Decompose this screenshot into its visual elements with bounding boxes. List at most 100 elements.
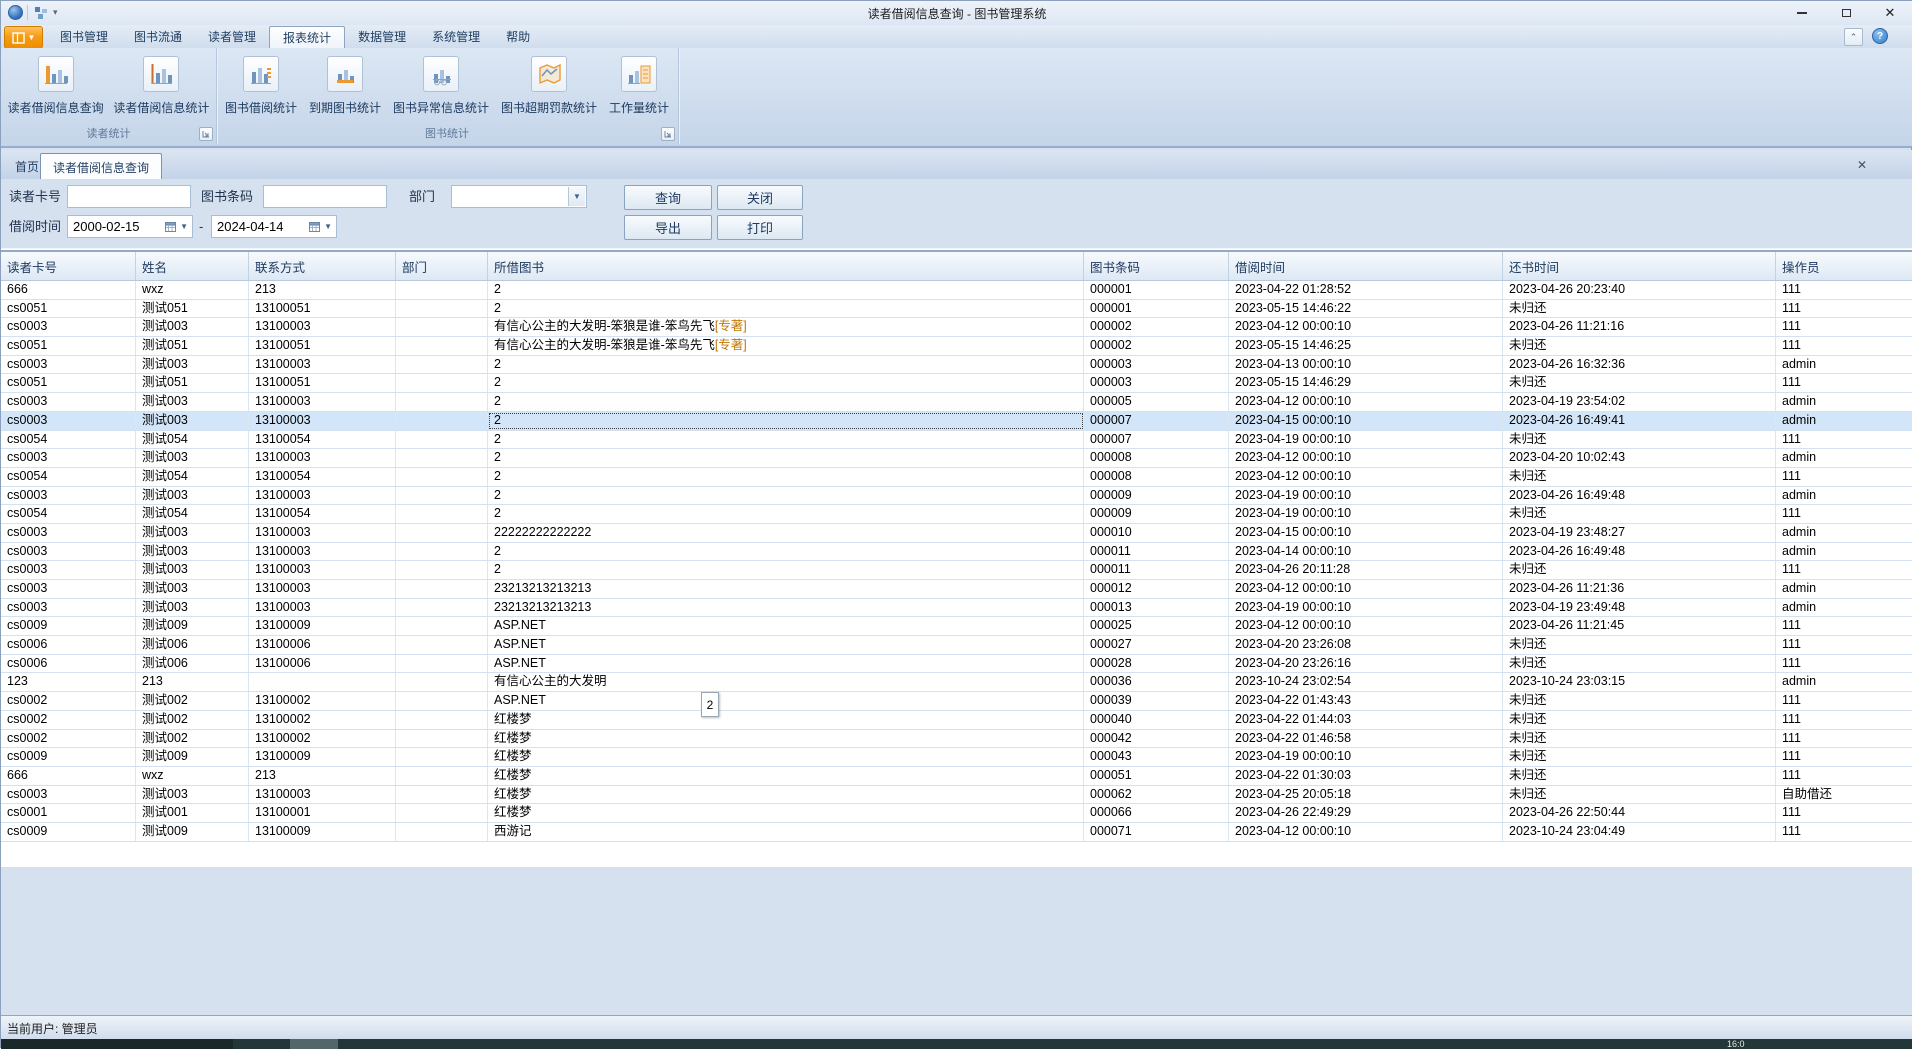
cell-borrowed_book[interactable]: 西游记 — [488, 823, 1084, 841]
cell-reader_card[interactable]: cs0003 — [1, 524, 136, 542]
cell-return_time[interactable]: 未归还 — [1503, 337, 1776, 355]
cell-book_barcode[interactable]: 000001 — [1084, 300, 1229, 318]
department-dropdown-icon[interactable]: ▼ — [568, 187, 585, 206]
cell-name[interactable]: 测试051 — [136, 337, 249, 355]
cell-borrowed_book[interactable]: 2 — [488, 543, 1084, 561]
cell-reader_card[interactable]: cs0009 — [1, 823, 136, 841]
cell-borrow_time[interactable]: 2023-04-22 01:28:52 — [1229, 281, 1503, 299]
cell-operator[interactable]: admin — [1776, 599, 1912, 617]
cell-book_barcode[interactable]: 000010 — [1084, 524, 1229, 542]
cell-operator[interactable]: 111 — [1776, 468, 1912, 486]
cell-department[interactable] — [396, 636, 488, 654]
column-header-borrow_time[interactable]: 借阅时间 — [1229, 252, 1503, 280]
date-to-dropdown-icon[interactable]: ▼ — [324, 222, 336, 231]
cell-reader_card[interactable]: cs0051 — [1, 300, 136, 318]
cell-reader_card[interactable]: cs0003 — [1, 356, 136, 374]
cell-name[interactable]: 测试002 — [136, 711, 249, 729]
cell-borrow_time[interactable]: 2023-04-12 00:00:10 — [1229, 617, 1503, 635]
table-row[interactable]: cs0009测试00913100009ASP.NET0000252023-04-… — [1, 617, 1912, 636]
cell-name[interactable]: 测试009 — [136, 617, 249, 635]
cell-borrow_time[interactable]: 2023-04-12 00:00:10 — [1229, 823, 1503, 841]
cell-return_time[interactable]: 未归还 — [1503, 505, 1776, 523]
cell-contact[interactable]: 13100003 — [249, 561, 396, 579]
cell-contact[interactable]: 13100003 — [249, 356, 396, 374]
cell-department[interactable] — [396, 449, 488, 467]
cell-book_barcode[interactable]: 000013 — [1084, 599, 1229, 617]
cell-name[interactable]: 测试006 — [136, 636, 249, 654]
cell-borrowed_book[interactable]: 红楼梦 — [488, 711, 1084, 729]
cell-operator[interactable]: 111 — [1776, 337, 1912, 355]
cell-return_time[interactable]: 未归还 — [1503, 374, 1776, 392]
cell-name[interactable]: 测试002 — [136, 730, 249, 748]
cell-operator[interactable]: 111 — [1776, 300, 1912, 318]
ribbon-button-图书异常信息统计[interactable]: 图书异常信息统计 — [390, 52, 492, 118]
cell-name[interactable]: 测试009 — [136, 823, 249, 841]
cell-borrowed_book[interactable]: 2 — [488, 356, 1084, 374]
cell-borrowed_book[interactable]: 红楼梦 — [488, 786, 1084, 804]
cell-contact[interactable]: 13100002 — [249, 730, 396, 748]
cell-return_time[interactable]: 未归还 — [1503, 786, 1776, 804]
cell-department[interactable] — [396, 730, 488, 748]
cell-borrow_time[interactable]: 2023-04-22 01:30:03 — [1229, 767, 1503, 785]
cell-borrow_time[interactable]: 2023-04-25 20:05:18 — [1229, 786, 1503, 804]
cell-name[interactable]: 测试003 — [136, 412, 249, 430]
cell-return_time[interactable]: 2023-04-26 20:23:40 — [1503, 281, 1776, 299]
cell-borrow_time[interactable]: 2023-04-19 00:00:10 — [1229, 599, 1503, 617]
cell-operator[interactable]: admin — [1776, 412, 1912, 430]
cell-department[interactable] — [396, 281, 488, 299]
column-header-reader_card[interactable]: 读者卡号 — [1, 252, 136, 280]
cell-book_barcode[interactable]: 000008 — [1084, 468, 1229, 486]
cell-contact[interactable]: 13100003 — [249, 487, 396, 505]
cell-reader_card[interactable]: cs0003 — [1, 449, 136, 467]
cell-return_time[interactable]: 未归还 — [1503, 300, 1776, 318]
table-row[interactable]: 666wxz21320000012023-04-22 01:28:522023-… — [1, 281, 1912, 300]
cell-reader_card[interactable]: 123 — [1, 673, 136, 691]
cell-contact[interactable]: 13100003 — [249, 599, 396, 617]
cell-return_time[interactable]: 2023-04-19 23:48:27 — [1503, 524, 1776, 542]
cell-department[interactable] — [396, 524, 488, 542]
cell-department[interactable] — [396, 412, 488, 430]
cell-return_time[interactable]: 未归还 — [1503, 561, 1776, 579]
cell-department[interactable] — [396, 748, 488, 766]
cell-borrow_time[interactable]: 2023-04-22 01:43:43 — [1229, 692, 1503, 710]
cell-return_time[interactable]: 未归还 — [1503, 730, 1776, 748]
cell-borrow_time[interactable]: 2023-04-13 00:00:10 — [1229, 356, 1503, 374]
cell-contact[interactable]: 13100009 — [249, 823, 396, 841]
cell-operator[interactable]: 111 — [1776, 711, 1912, 729]
cell-operator[interactable]: 111 — [1776, 730, 1912, 748]
cell-return_time[interactable]: 2023-04-26 16:49:41 — [1503, 412, 1776, 430]
cell-borrow_time[interactable]: 2023-04-22 01:44:03 — [1229, 711, 1503, 729]
cell-return_time[interactable]: 未归还 — [1503, 748, 1776, 766]
reader-card-input[interactable] — [67, 185, 191, 208]
ribbon-tab-系统管理[interactable]: 系统管理 — [419, 26, 493, 47]
cell-borrowed_book[interactable]: 2 — [488, 431, 1084, 449]
column-header-book_barcode[interactable]: 图书条码 — [1084, 252, 1229, 280]
cell-contact[interactable]: 13100009 — [249, 617, 396, 635]
date-from-picker[interactable]: 2000-02-15 ▼ — [67, 215, 193, 238]
cell-book_barcode[interactable]: 000003 — [1084, 356, 1229, 374]
table-row[interactable]: cs0003测试0031310000320000112023-04-14 00:… — [1, 543, 1912, 562]
cell-department[interactable] — [396, 786, 488, 804]
cell-borrowed_book[interactable]: 2 — [488, 468, 1084, 486]
cell-borrow_time[interactable]: 2023-04-12 00:00:10 — [1229, 580, 1503, 598]
table-row[interactable]: cs0054测试0541310005420000082023-04-12 00:… — [1, 468, 1912, 487]
minimize-button[interactable] — [1787, 3, 1817, 22]
table-row[interactable]: cs0003测试00313100003222222222222220000102… — [1, 524, 1912, 543]
table-row[interactable]: cs0003测试0031310000320000032023-04-13 00:… — [1, 356, 1912, 375]
cell-operator[interactable]: admin — [1776, 543, 1912, 561]
cell-book_barcode[interactable]: 000002 — [1084, 337, 1229, 355]
cell-department[interactable] — [396, 431, 488, 449]
column-header-name[interactable]: 姓名 — [136, 252, 249, 280]
dialog-launcher-icon[interactable] — [199, 127, 213, 141]
export-button[interactable]: 导出 — [624, 215, 712, 240]
doc-tab-读者借阅信息查询[interactable]: 读者借阅信息查询 — [40, 153, 162, 180]
table-row[interactable]: cs0003测试00313100003有信心公主的大发明-笨狼是谁-笨鸟先飞[专… — [1, 318, 1912, 337]
cell-department[interactable] — [396, 823, 488, 841]
cell-contact[interactable]: 13100054 — [249, 468, 396, 486]
cell-reader_card[interactable]: 666 — [1, 767, 136, 785]
cell-department[interactable] — [396, 356, 488, 374]
cell-reader_card[interactable]: 666 — [1, 281, 136, 299]
cell-operator[interactable]: 111 — [1776, 804, 1912, 822]
cell-operator[interactable]: admin — [1776, 673, 1912, 691]
date-to-picker[interactable]: 2024-04-14 ▼ — [211, 215, 337, 238]
